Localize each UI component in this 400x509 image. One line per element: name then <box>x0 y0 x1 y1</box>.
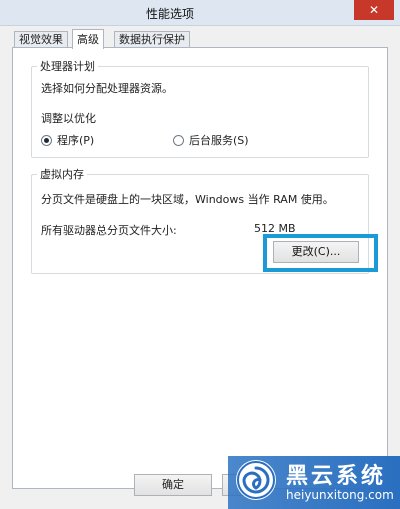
ok-button[interactable]: 确定 <box>134 474 212 496</box>
radio-programs-label: 程序(P) <box>57 134 95 147</box>
close-button[interactable]: ✕ <box>354 0 394 20</box>
watermark-title: 黑云系统 <box>286 464 387 489</box>
tab-advanced[interactable]: 高级 <box>72 29 104 49</box>
total-paging-label: 所有驱动器总分页文件大小: <box>41 224 177 237</box>
processor-scheduling-legend: 处理器计划 <box>40 60 95 73</box>
close-icon: ✕ <box>368 3 380 17</box>
advanced-tab-panel: 处理器计划 选择如何分配处理器资源。 调整以优化 程序(P) 后台服务(S) 虚… <box>12 47 388 489</box>
radio-selected-icon <box>41 134 52 146</box>
radio-programs[interactable]: 程序(P) <box>41 132 94 148</box>
radio-unselected-icon <box>173 134 184 146</box>
watermark-url: heiyunxitong.com <box>286 488 394 502</box>
adjust-for-label: 调整以优化 <box>41 112 96 125</box>
virtual-memory-legend: 虚拟内存 <box>40 168 84 181</box>
swirl-logo-icon <box>236 460 276 500</box>
change-button[interactable]: 更改(C)... <box>273 241 359 263</box>
window-title: 性能选项 <box>145 7 194 21</box>
title-bar: 性能选项 ✕ <box>0 0 400 26</box>
paging-file-description: 分页文件是硬盘上的一块区域，Windows 当作 RAM 使用。 <box>41 193 334 206</box>
tab-visual-effects[interactable]: 视觉效果 <box>14 31 68 48</box>
tab-data-execution-prevention[interactable]: 数据执行保护 <box>114 31 190 48</box>
processor-description: 选择如何分配处理器资源。 <box>41 82 173 95</box>
radio-background-label: 后台服务(S) <box>189 134 249 147</box>
performance-options-window: 性能选项 ✕ 视觉效果 高级 数据执行保护 处理器计划 选择如何分配处理器资源。… <box>0 0 400 509</box>
radio-background-services[interactable]: 后台服务(S) <box>173 132 249 148</box>
